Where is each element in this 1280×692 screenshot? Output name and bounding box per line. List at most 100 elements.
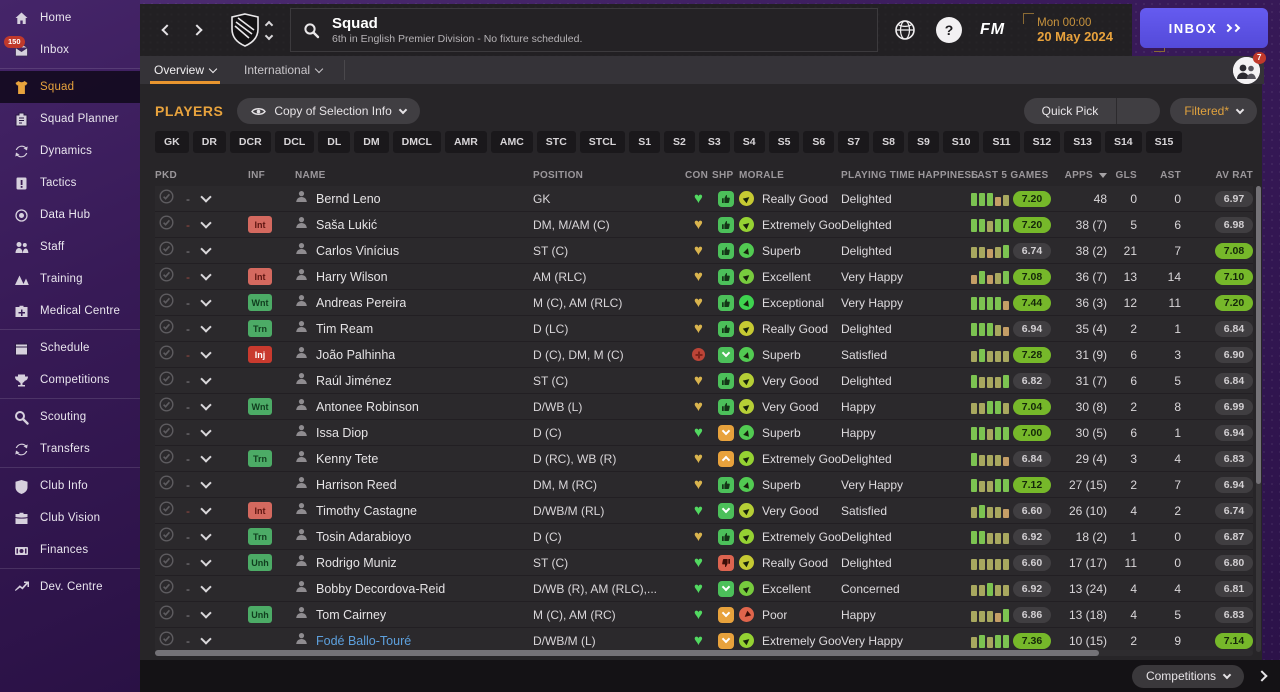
position-filter-s10[interactable]: S10	[942, 131, 980, 153]
info-badge-int[interactable]: Int	[248, 216, 272, 233]
row-expand-chevron[interactable]	[200, 268, 212, 281]
vertical-scrollbar-thumb[interactable]	[1256, 186, 1261, 485]
sidebar-item-medical-centre[interactable]: Medical Centre	[0, 295, 140, 327]
info-badge-trn[interactable]: Trn	[248, 450, 272, 467]
info-badge-unh[interactable]: Unh	[248, 606, 272, 623]
player-name[interactable]: Tom Cairney	[316, 608, 386, 622]
sidebar-item-transfers[interactable]: Transfers	[0, 433, 140, 465]
world-button[interactable]	[892, 17, 918, 43]
row-expand-chevron[interactable]	[200, 320, 212, 333]
position-filter-gk[interactable]: GK	[155, 131, 189, 153]
col-header-apps[interactable]: APPS	[1055, 170, 1107, 181]
row-checkbox[interactable]	[159, 630, 174, 651]
stepper-up-icon[interactable]	[264, 20, 274, 29]
row-expand-chevron[interactable]	[200, 606, 212, 619]
sidebar-item-tactics[interactable]: Tactics	[0, 167, 140, 199]
position-filter-amr[interactable]: AMR	[444, 131, 487, 153]
position-filter-stc[interactable]: STC	[536, 131, 576, 153]
col-header-con[interactable]: CON	[685, 170, 712, 181]
position-filter-s3[interactable]: S3	[698, 131, 730, 153]
filtered-dropdown[interactable]: Filtered*	[1170, 98, 1257, 124]
table-row[interactable]: - Bernd Leno GK ♥ Really Good Delighted 7.20 48…	[155, 186, 1253, 212]
player-name[interactable]: Harrison Reed	[316, 478, 397, 492]
player-name[interactable]: Rodrigo Muniz	[316, 556, 397, 570]
horizontal-scrollbar-thumb[interactable]	[155, 650, 1100, 656]
table-row[interactable]: - Unh Rodrigo Muniz ST (C) ♥ Really Good Delig…	[155, 550, 1253, 576]
info-badge-trn[interactable]: Trn	[248, 320, 272, 337]
row-checkbox[interactable]	[159, 188, 174, 209]
row-checkbox[interactable]	[159, 500, 174, 521]
row-expand-chevron[interactable]	[200, 580, 212, 593]
sidebar-item-squad-planner[interactable]: Squad Planner	[0, 103, 140, 135]
row-expand-chevron[interactable]	[200, 632, 212, 645]
sidebar-item-dynamics[interactable]: Dynamics	[0, 135, 140, 167]
sidebar-item-staff[interactable]: Staff	[0, 231, 140, 263]
table-row[interactable]: - Carlos Vinícius ST (C) ♥ Superb Delighted 6.…	[155, 238, 1253, 264]
position-filter-dr[interactable]: DR	[192, 131, 226, 153]
position-filter-dmcl[interactable]: DMCL	[392, 131, 441, 153]
selection-info-dropdown[interactable]: Copy of Selection Info	[237, 98, 420, 124]
position-filter-s15[interactable]: S15	[1145, 131, 1183, 153]
player-name[interactable]: Bernd Leno	[316, 192, 381, 206]
col-header-name[interactable]: NAME	[295, 170, 533, 181]
col-header-avrat[interactable]: AV RAT	[1181, 170, 1253, 181]
position-filter-s14[interactable]: S14	[1104, 131, 1142, 153]
row-expand-chevron[interactable]	[200, 424, 212, 437]
col-header-gls[interactable]: GLS	[1107, 170, 1137, 181]
table-row[interactable]: - Int Saša Lukić DM, M/AM (C) ♥ Extremely Goo…	[155, 212, 1253, 238]
row-expand-chevron[interactable]	[200, 450, 212, 463]
horizontal-scrollbar[interactable]	[155, 650, 1253, 656]
row-checkbox[interactable]	[159, 578, 174, 599]
sidebar-item-squad[interactable]: Squad	[0, 71, 140, 103]
position-filter-s5[interactable]: S5	[768, 131, 800, 153]
row-expand-chevron[interactable]	[200, 294, 212, 307]
info-badge-int[interactable]: Int	[248, 502, 272, 519]
position-filter-s9[interactable]: S9	[907, 131, 939, 153]
quick-pick-button[interactable]: Quick Pick	[1023, 98, 1161, 124]
row-checkbox[interactable]	[159, 292, 174, 313]
position-filter-dm[interactable]: DM	[354, 131, 389, 153]
stepper-down-icon[interactable]	[264, 31, 274, 40]
position-filter-s11[interactable]: S11	[983, 131, 1020, 153]
col-header-inf[interactable]: INF	[248, 170, 295, 181]
back-button[interactable]	[152, 15, 182, 45]
competitions-dropdown[interactable]: Competitions	[1131, 664, 1244, 688]
row-checkbox[interactable]	[159, 318, 174, 339]
sidebar-item-club-vision[interactable]: Club Vision	[0, 502, 140, 534]
row-checkbox[interactable]	[159, 396, 174, 417]
table-row[interactable]: - Int Harry Wilson AM (RLC) ♥ Excellent Very H…	[155, 264, 1253, 290]
sidebar-item-competitions[interactable]: Competitions	[0, 364, 140, 396]
vertical-scrollbar[interactable]	[1256, 186, 1261, 652]
table-row[interactable]: - Issa Diop D (C) ♥ Superb Happy 7.00 30 (5) 6 1 6…	[155, 420, 1253, 446]
table-row[interactable]: - Unh Tom Cairney M (C), AM (RC) ♥ Poor Happy 6…	[155, 602, 1253, 628]
player-name[interactable]: Andreas Pereira	[316, 296, 406, 310]
player-name[interactable]: Tosin Adarabioyo	[316, 530, 411, 544]
position-filter-s13[interactable]: S13	[1064, 131, 1101, 153]
player-name[interactable]: João Palhinha	[316, 348, 395, 362]
table-row[interactable]: - Trn Tosin Adarabioyo D (C) ♥ Extremely Good…	[155, 524, 1253, 550]
sidebar-item-club-info[interactable]: Club Info	[0, 470, 140, 502]
position-filter-s1[interactable]: S1	[629, 131, 661, 153]
table-row[interactable]: - Wnt Antonee Robinson D/WB (L) ♥ Very Good Ha…	[155, 394, 1253, 420]
sidebar-item-dev-centre[interactable]: Dev. Centre	[0, 571, 140, 603]
table-row[interactable]: - Fodé Ballo-Touré D/WB/M (L) ♥ Extremely Go…	[155, 628, 1253, 652]
info-badge-inj[interactable]: Inj	[248, 346, 272, 363]
row-checkbox[interactable]	[159, 474, 174, 495]
row-checkbox[interactable]	[159, 448, 174, 469]
info-badge-unh[interactable]: Unh	[248, 554, 272, 571]
info-badge-trn[interactable]: Trn	[248, 528, 272, 545]
position-filter-s6[interactable]: S6	[803, 131, 835, 153]
table-row[interactable]: - Trn Tim Ream D (LC) ♥ Really Good Delighted 6…	[155, 316, 1253, 342]
col-header-shp[interactable]: SHP	[712, 170, 739, 181]
position-filter-amc[interactable]: AMC	[490, 131, 533, 153]
player-name[interactable]: Bobby Decordova-Reid	[316, 582, 445, 596]
sidebar-item-inbox[interactable]: 150 Inbox	[0, 34, 140, 66]
row-expand-chevron[interactable]	[200, 502, 212, 515]
manager-avatar[interactable]: 7	[1233, 52, 1266, 84]
position-filter-s2[interactable]: S2	[664, 131, 695, 153]
col-header-last5[interactable]: LAST 5 GAMES	[971, 170, 1055, 181]
club-badge[interactable]	[230, 13, 274, 47]
player-name[interactable]: Kenny Tete	[316, 452, 378, 466]
sidebar-item-training[interactable]: Training	[0, 263, 140, 295]
player-name[interactable]: Antonee Robinson	[316, 400, 419, 414]
